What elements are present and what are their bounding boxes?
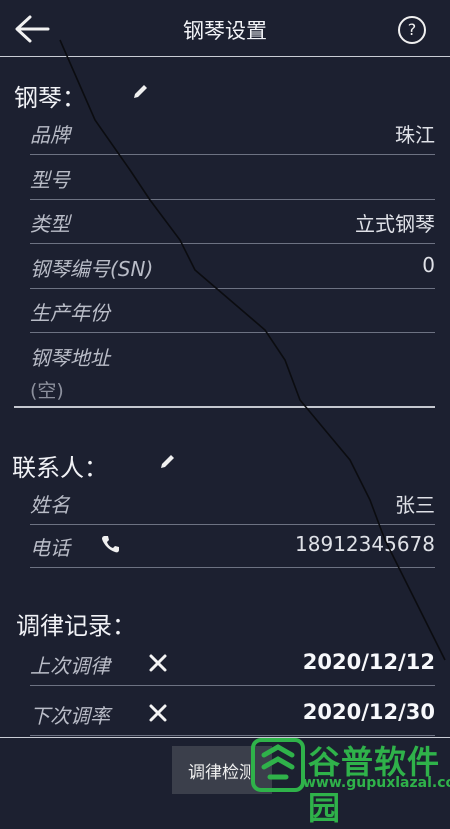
last-tuning-label: 上次调律 [30, 654, 110, 678]
piano-sn-value: 0 [422, 253, 435, 277]
contact-name-label: 姓名 [30, 493, 70, 517]
contact-section-title: 联系人： [12, 454, 108, 482]
contact-phone-row[interactable]: 电话 18912345678 [30, 524, 435, 568]
contact-phone-value: 18912345678 [295, 532, 435, 556]
contact-name-value: 张三 [395, 493, 435, 517]
piano-type-row[interactable]: 类型 立式钢琴 [30, 200, 435, 244]
clear-next-tuning-icon[interactable] [148, 703, 168, 723]
piano-brand-row[interactable]: 品牌 珠江 [30, 111, 435, 155]
contact-phone-label: 电话 [30, 536, 70, 560]
piano-sn-label: 钢琴编号(SN) [30, 257, 154, 281]
contact-name-row[interactable]: 姓名 张三 [30, 481, 435, 525]
piano-model-row[interactable]: 型号 [30, 156, 435, 200]
piano-brand-label: 品牌 [30, 123, 70, 147]
edit-contact-icon[interactable] [158, 451, 178, 471]
watermark-logo: 谷普软件园 www.gupuxlazal.com [248, 735, 450, 827]
help-icon[interactable]: ? [398, 16, 426, 44]
piano-type-label: 类型 [30, 212, 70, 236]
piano-brand-value: 珠江 [395, 123, 435, 147]
piano-model-label: 型号 [30, 168, 70, 192]
clear-last-tuning-icon[interactable] [148, 653, 168, 673]
next-tuning-value: 2020/12/30 [302, 700, 435, 724]
next-tuning-row[interactable]: 下次调率 2020/12/30 [30, 692, 435, 736]
phone-icon[interactable] [100, 534, 120, 554]
piano-type-value: 立式钢琴 [355, 212, 435, 236]
piano-sn-row[interactable]: 钢琴编号(SN) 0 [30, 245, 435, 289]
next-tuning-label: 下次调率 [30, 704, 110, 728]
last-tuning-row[interactable]: 上次调律 2020/12/12 [30, 642, 435, 686]
tuning-section-title: 调律记录： [16, 612, 136, 640]
last-tuning-value: 2020/12/12 [302, 650, 435, 674]
piano-address-label: 钢琴地址 [30, 346, 110, 370]
piano-section-title: 钢琴： [14, 84, 86, 112]
section-divider [14, 406, 435, 408]
piano-year-label: 生产年份 [30, 301, 110, 325]
top-bar: 钢琴设置 ? [0, 0, 450, 57]
piano-address-row[interactable]: 钢琴地址 (空) [30, 334, 435, 402]
piano-year-row[interactable]: 生产年份 [30, 289, 435, 333]
piano-address-value: (空) [30, 380, 64, 402]
watermark-emblem-icon [251, 738, 305, 792]
page-title: 钢琴设置 [183, 19, 267, 43]
edit-piano-icon[interactable] [131, 81, 151, 101]
watermark-url: www.gupuxlazal.com [303, 775, 450, 791]
